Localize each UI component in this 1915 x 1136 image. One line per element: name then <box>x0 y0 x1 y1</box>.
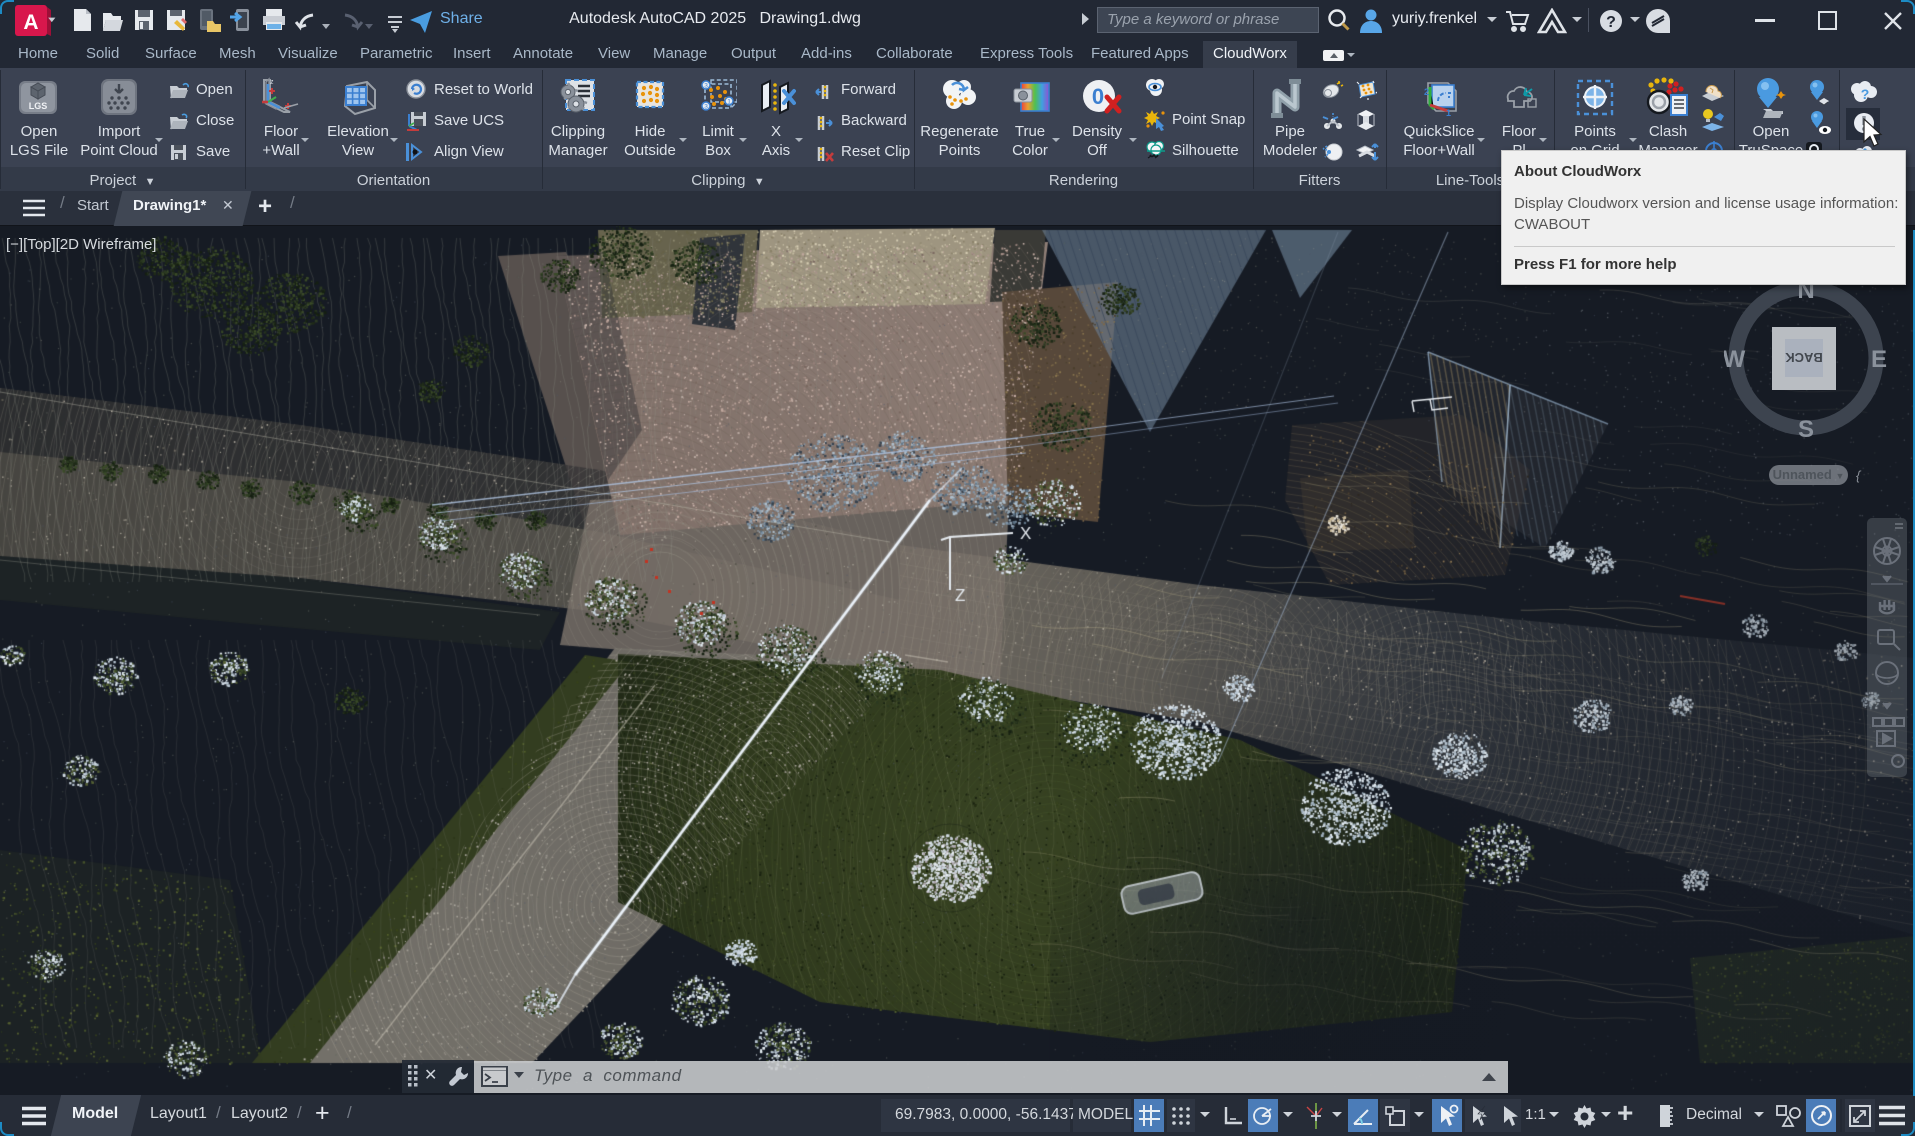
svg-text:2: 2 <box>1424 87 1429 97</box>
svg-text:3: 3 <box>704 83 708 90</box>
svg-text:LGS: LGS <box>29 101 48 111</box>
svg-text:?: ? <box>1861 86 1870 102</box>
svg-text:1: 1 <box>1446 108 1451 117</box>
svg-text:S: S <box>1798 416 1814 443</box>
svg-text:W: W <box>1724 346 1746 373</box>
svg-text:3: 3 <box>704 104 708 111</box>
svg-text:BACK: BACK <box>1785 350 1823 365</box>
svg-text:1: 1 <box>727 99 731 106</box>
svg-text:E: E <box>1871 346 1887 373</box>
svg-text:z: z <box>270 79 274 86</box>
svg-text:?: ? <box>1606 14 1616 31</box>
svg-text:0: 0 <box>1092 84 1104 109</box>
